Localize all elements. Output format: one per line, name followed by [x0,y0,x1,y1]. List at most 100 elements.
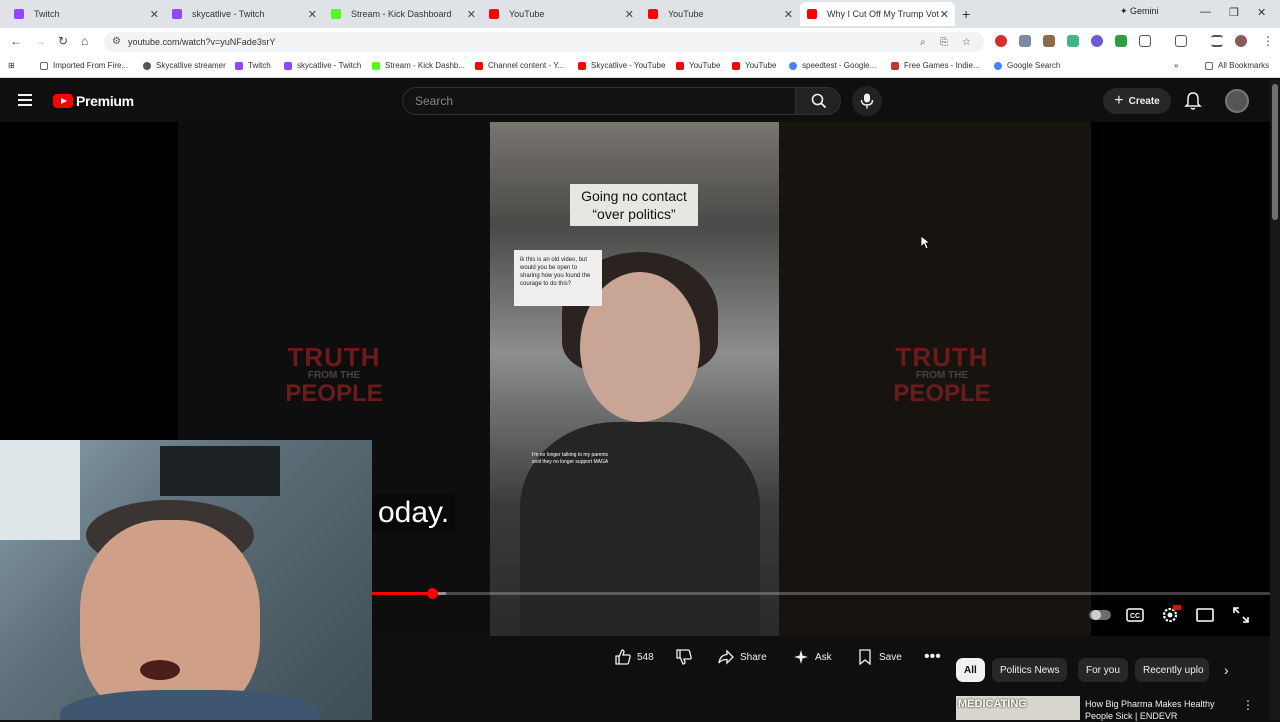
search-input[interactable] [403,88,795,114]
gemini-button[interactable]: ✦ Gemini [1120,6,1159,17]
browser-tab[interactable]: YouTube ✕ [489,2,634,26]
progress-scrubber-handle[interactable] [427,588,438,599]
maximize-icon[interactable]: ❐ [1229,6,1239,19]
install-app-icon[interactable]: ⎘ [940,37,948,48]
zoom-icon[interactable]: ⌕ [920,37,926,48]
folder-icon [40,61,48,70]
bookmark-item[interactable]: YouTube [676,61,720,70]
comment-reply-card: ik this is an old video, but would you b… [514,250,602,306]
more-actions-icon[interactable]: ••• [924,642,941,672]
extension-icon[interactable] [1091,35,1103,47]
bookmark-item[interactable]: speedtest - Google... [789,61,876,70]
bookmark-item[interactable]: skycatlive - Twitch [284,61,361,70]
bookmark-item[interactable]: Stream - Kick Dashb... [372,61,465,70]
bookmarks-bar: ⊞ Imported From Fire... Skycatlive strea… [0,56,1280,78]
logo-text: Premium [76,93,134,109]
back-icon[interactable]: ← [10,34,22,48]
bookmark-item[interactable]: Google Search [994,61,1060,70]
recommended-video-thumbnail[interactable]: MEDICATING [956,696,1080,720]
url-field[interactable]: ⚙ youtube.com/watch?v=yuNFade3srY ⌕ ⎘ ☆ [104,32,984,52]
create-button[interactable]: + Create [1103,88,1171,114]
minimize-icon[interactable]: — [1200,6,1211,18]
notifications-bell-icon[interactable] [1184,91,1202,111]
gemini-label: Gemini [1130,6,1159,16]
bookmark-star-icon[interactable]: ☆ [962,37,971,48]
fullscreen-icon[interactable] [1233,607,1249,623]
chevron-right-icon[interactable]: › [1224,662,1229,678]
reload-icon[interactable]: ↻ [58,34,68,48]
extension-icon[interactable] [1043,35,1055,47]
bookmark-item[interactable]: Channel content - Y... [475,61,564,70]
filter-chip[interactable]: Politics News [992,658,1068,682]
kick-icon [331,9,341,19]
progress-played [372,592,432,595]
forward-icon[interactable]: → [34,34,46,48]
google-icon [994,61,1002,70]
folder-icon [1205,61,1213,70]
browser-tab[interactable]: Stream - Kick Dashboard ✕ [331,2,476,26]
recommended-video-title[interactable]: How Big Pharma Makes Healthy People Sick… [1085,698,1235,722]
bookmarks-overflow-icon[interactable]: » [1174,61,1178,70]
caption-line: “over politics” [592,206,676,222]
apps-grid-icon[interactable]: ⊞ [8,61,15,70]
close-window-icon[interactable]: ✕ [1257,6,1266,19]
close-tab-icon[interactable]: ✕ [784,8,793,21]
tab-title: Twitch [34,9,60,19]
youtube-icon [578,61,586,70]
close-tab-icon[interactable]: ✕ [150,8,159,21]
bookmark-label: speedtest - Google... [802,61,877,70]
autoplay-toggle-icon[interactable] [1089,609,1111,621]
close-tab-icon[interactable]: ✕ [467,8,476,21]
browser-menu-icon[interactable]: ⋮ [1262,34,1274,48]
opera-extension-icon[interactable] [995,35,1007,47]
theater-mode-icon[interactable] [1196,608,1214,622]
bookmark-item[interactable]: Twitch [235,61,271,70]
save-button[interactable]: Save [857,642,902,672]
bookmark-item[interactable]: YouTube [732,61,776,70]
tab-title: Stream - Kick Dashboard [351,9,452,19]
download-icon[interactable] [1115,35,1127,47]
filter-chip[interactable]: For you [1078,658,1128,682]
voice-search-button[interactable] [852,86,882,116]
close-tab-icon[interactable]: ✕ [308,8,317,21]
filter-chip-all[interactable]: All [956,658,985,682]
all-bookmarks-button[interactable]: All Bookmarks [1205,61,1269,70]
scrollbar-thumb[interactable] [1272,84,1278,220]
bookmark-item[interactable]: Free Games - Indie... [891,61,980,70]
close-tab-icon[interactable]: ✕ [940,8,949,21]
settings-gear-icon[interactable] [1161,605,1181,625]
account-avatar[interactable] [1225,89,1249,113]
mouse-cursor-icon [921,236,931,250]
subtitles-cc-icon[interactable]: CC [1126,608,1144,622]
extensions-puzzle-icon[interactable] [1139,35,1151,47]
filter-chip[interactable]: Recently uplo [1135,658,1209,682]
browser-tab[interactable]: skycatlive - Twitch ✕ [172,2,317,26]
browser-tab[interactable]: YouTube ✕ [648,2,793,26]
side-panel-icon[interactable] [1175,35,1187,47]
youtube-icon [648,9,658,19]
twitch-icon [235,61,243,70]
ask-button[interactable]: Ask [793,642,832,672]
profile-avatar-icon[interactable] [1235,35,1247,47]
new-tab-icon[interactable]: + [962,6,970,22]
site-info-icon[interactable]: ⚙ [112,36,121,47]
hamburger-menu-icon[interactable] [18,94,32,106]
bookmark-item[interactable]: Imported From Fire... [40,61,128,70]
like-button[interactable]: 548 [615,642,654,672]
media-controls-icon[interactable] [1211,35,1223,47]
more-options-icon[interactable]: ⋮ [1242,698,1254,712]
bookmark-item[interactable]: Skycatlive streamer [143,61,226,70]
browser-tab[interactable]: Twitch ✕ [14,2,159,26]
page-scrollbar[interactable] [1270,80,1280,720]
dislike-button[interactable] [676,642,698,672]
watermark-line: PEOPLE [285,380,383,407]
extension-icon[interactable] [1019,35,1031,47]
share-button[interactable]: Share [718,642,767,672]
search-button[interactable] [795,87,841,115]
home-icon[interactable]: ⌂ [81,34,88,48]
bookmark-item[interactable]: Skycatlive - YouTube [578,61,665,70]
close-tab-icon[interactable]: ✕ [625,8,634,21]
extension-icon[interactable] [1067,35,1079,47]
browser-tab-active[interactable]: Why I Cut Off My Trump Voting ✕ [800,2,955,26]
youtube-premium-logo[interactable]: Premium [53,93,134,109]
